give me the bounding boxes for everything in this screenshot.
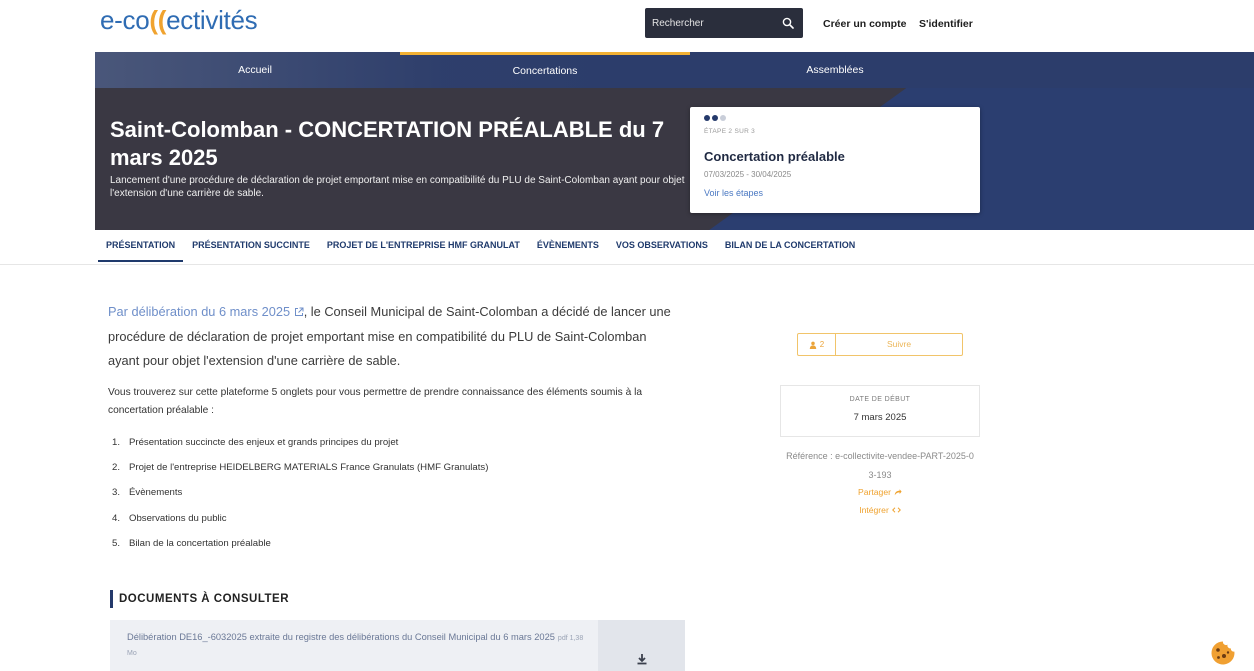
step-dot (704, 115, 710, 121)
list-item: Présentation succincte des enjeux et gra… (129, 437, 399, 448)
reference-text: Référence : e-collectivite-vendee-PART-2… (786, 451, 974, 480)
start-date-label: DATE DE DÉBUT (849, 396, 911, 403)
intro-paragraph: Par délibération du 6 mars 2025 , le Con… (108, 300, 680, 374)
cookie-icon[interactable] (1210, 640, 1236, 666)
tab-divider (0, 264, 1254, 265)
external-link-icon (294, 307, 304, 316)
embed-link[interactable]: Intégrer (790, 503, 970, 517)
start-date-box: DATE DE DÉBUT 7 mars 2025 (780, 385, 980, 437)
step-dot (712, 115, 718, 121)
tab-bilan[interactable]: BILAN DE LA CONCERTATION (717, 235, 863, 262)
tab-bar: PRÉSENTATION PRÉSENTATION SUCCINTE PROJE… (98, 235, 863, 262)
tab-projet-entreprise[interactable]: PROJET DE L'ENTREPRISE HMF GRANULAT (319, 235, 528, 262)
create-account-link[interactable]: Créer un compte (823, 17, 906, 31)
login-link[interactable]: S'identifier (919, 17, 973, 31)
tabs-list: Présentation succincte des enjeux et gra… (108, 433, 698, 559)
step-title: Concertation préalable (704, 149, 845, 164)
logo-part-1: e-co (100, 5, 150, 35)
nav-item-accueil[interactable]: Accueil (110, 52, 400, 88)
step-dates: 07/03/2025 - 30/04/2025 (704, 170, 792, 179)
document-title: Délibération DE16_-6032025 extraite du r… (127, 632, 555, 642)
follow-button[interactable]: Suivre (836, 334, 962, 355)
nav-item-concertations[interactable]: Concertations (400, 52, 690, 88)
follower-icon (809, 341, 816, 349)
embed-code-icon (891, 507, 901, 513)
list-item: Bilan de la concertation préalable (129, 537, 271, 549)
nav-item-assemblees[interactable]: Assemblées (690, 52, 980, 88)
search-box[interactable] (645, 8, 803, 38)
tab-evenements[interactable]: ÉVÈNEMENTS (529, 235, 607, 262)
share-link[interactable]: Partager (790, 485, 970, 499)
follower-count: 2 (798, 334, 836, 355)
deliberation-link[interactable]: Par délibération du 6 mars 2025 (108, 304, 304, 319)
step-progress (704, 115, 726, 121)
list-item: Évènements (129, 487, 183, 499)
share-icon (894, 489, 902, 496)
share-label: Partager (858, 487, 891, 497)
list-item: Projet de l'entreprise HEIDELBERG MATERI… (129, 462, 489, 474)
logo-part-2: (( (149, 5, 167, 35)
deliberation-link-label: Par délibération du 6 mars 2025 (108, 304, 291, 319)
follow-widget: 2 Suivre (797, 333, 963, 356)
documents-heading: DOCUMENTS À CONSULTER (110, 590, 289, 608)
document-card[interactable]: Délibération DE16_-6032025 extraite du r… (110, 620, 685, 671)
tabs-intro-text: Vous trouverez sur cette plateforme 5 on… (108, 387, 643, 416)
page-title: Saint-Colomban - CONCERTATION PRÉALABLE … (110, 117, 665, 170)
site-logo[interactable]: e-co((ectivités (100, 3, 258, 37)
tab-observations[interactable]: VOS OBSERVATIONS (608, 235, 716, 262)
tab-presentation[interactable]: PRÉSENTATION (98, 235, 184, 262)
embed-label: Intégrer (859, 505, 889, 515)
step-card: ÉTAPE 2 SUR 3 Concertation préalable 07/… (690, 107, 980, 213)
page-subtitle: Lancement d'une procédure de déclaration… (110, 175, 685, 199)
view-steps-link[interactable]: Voir les étapes (704, 187, 763, 199)
search-input[interactable] (645, 8, 777, 38)
follower-count-value: 2 (819, 340, 825, 349)
tab-presentation-succinte[interactable]: PRÉSENTATION SUCCINTE (184, 235, 318, 262)
start-date-value: 7 mars 2025 (853, 412, 907, 423)
download-icon (637, 654, 647, 665)
document-link[interactable]: Délibération DE16_-6032025 extraite du r… (127, 631, 592, 660)
search-icon[interactable] (782, 17, 794, 29)
document-download-button[interactable] (598, 620, 685, 671)
logo-part-3: ectivités (166, 5, 258, 35)
step-label: ÉTAPE 2 SUR 3 (704, 128, 756, 135)
main-nav: Accueil Concertations Assemblées (95, 52, 1254, 88)
list-item: Observations du public (129, 512, 227, 524)
hero-banner: Saint-Colomban - CONCERTATION PRÉALABLE … (95, 88, 1254, 230)
step-dot (720, 115, 726, 121)
